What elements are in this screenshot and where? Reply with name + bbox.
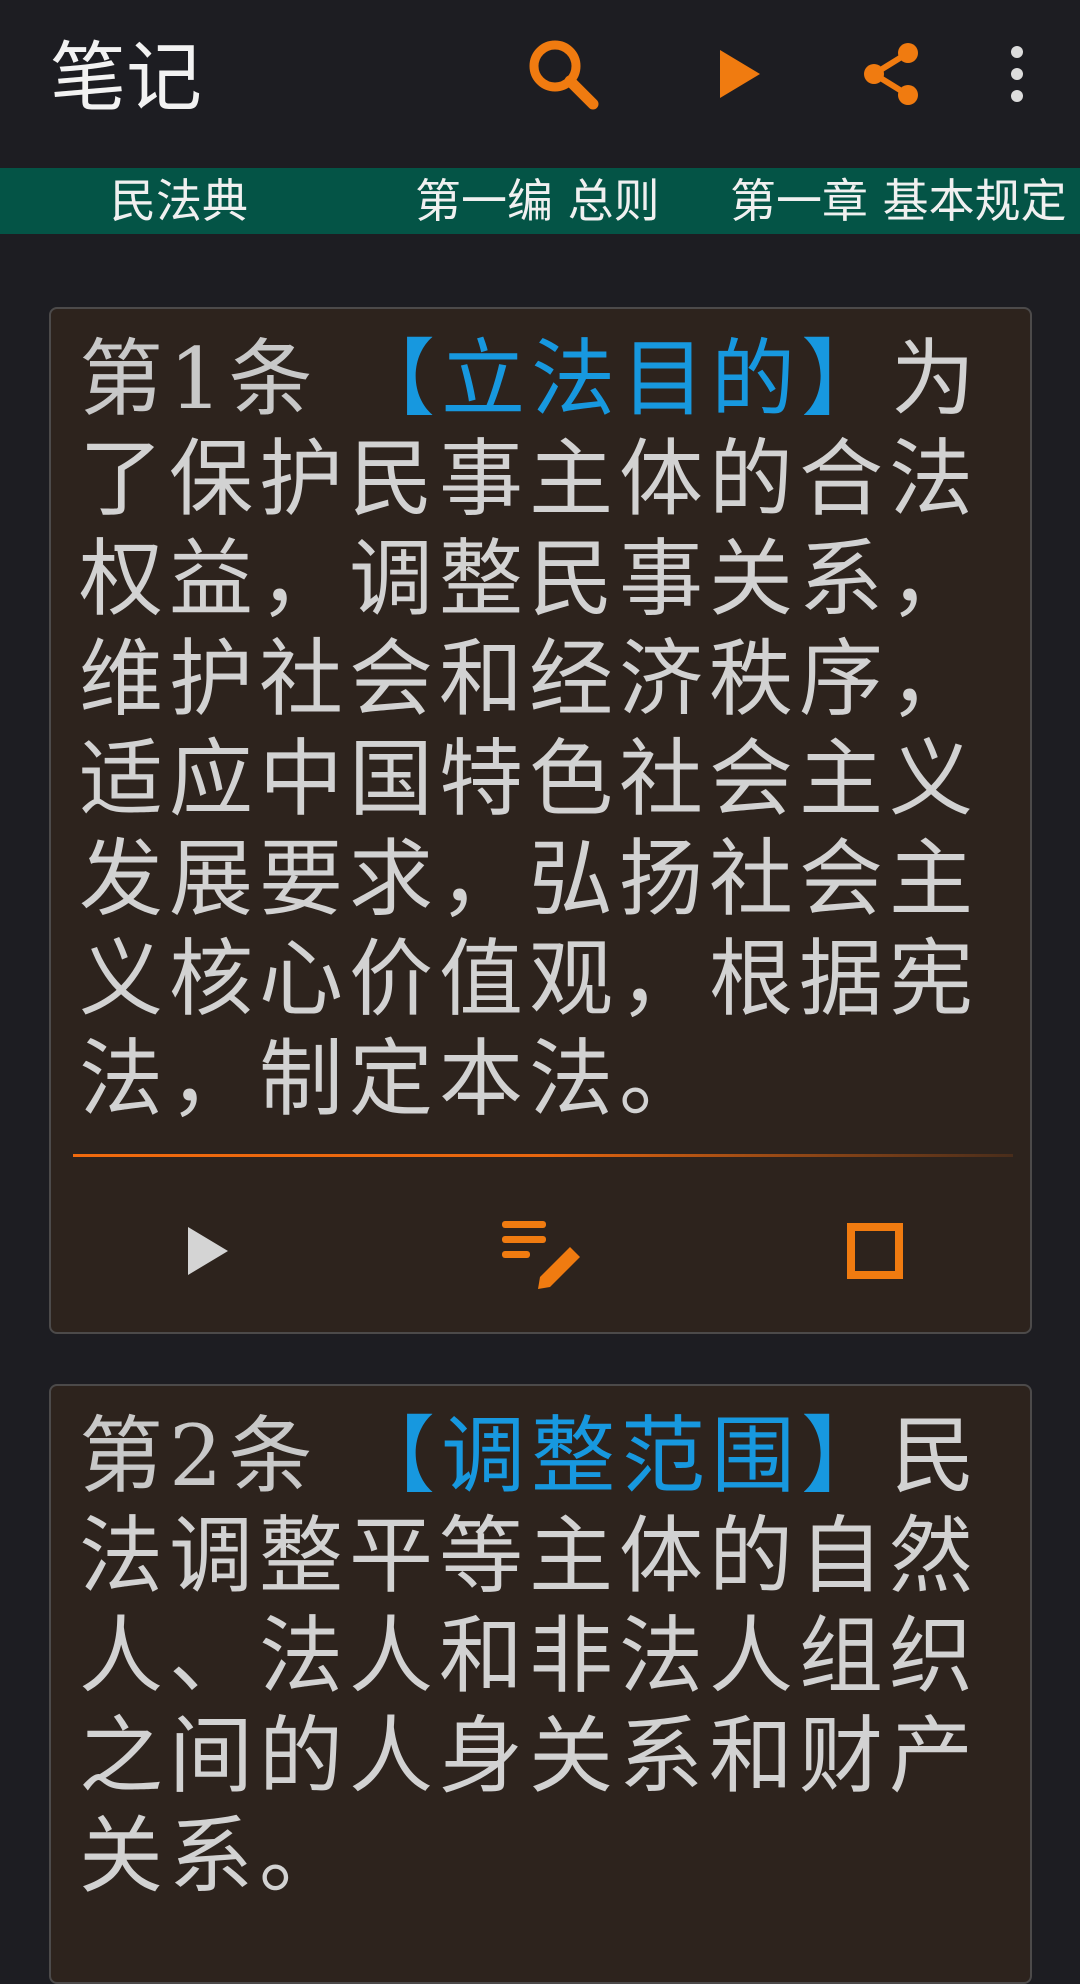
- article-number: 第1条: [79, 330, 319, 428]
- play-icon: [720, 50, 760, 98]
- article-number: 第2条: [79, 1407, 319, 1505]
- card-divider: [73, 1154, 1013, 1157]
- search-icon: [529, 40, 599, 110]
- checkbox-icon: [847, 1223, 903, 1279]
- breadcrumb: 民法典 第一编 总则 第一章 基本规定: [0, 168, 1080, 234]
- edit-note-button[interactable]: [481, 1196, 601, 1306]
- top-app-bar: 笔记: [0, 0, 1080, 168]
- share-icon: [864, 43, 918, 105]
- article-content: 为了保护民事主体的合法权益，调整民事关系，维护社会和经济秩序，适应中国特色社会主…: [79, 330, 982, 1128]
- article-title: 【调整范围】: [351, 1407, 892, 1505]
- more-vert-icon: [1011, 46, 1023, 102]
- mark-checkbox[interactable]: [815, 1196, 935, 1306]
- play-article-button[interactable]: [147, 1196, 267, 1306]
- article-title: 【立法目的】: [351, 330, 892, 428]
- search-button[interactable]: [508, 24, 618, 124]
- breadcrumb-item-chapter[interactable]: 第一章 基本规定: [730, 168, 1067, 234]
- more-options-button[interactable]: [962, 24, 1072, 124]
- play-button[interactable]: [683, 24, 793, 124]
- share-button[interactable]: [836, 24, 946, 124]
- breadcrumb-item-code[interactable]: 民法典: [110, 168, 248, 234]
- article-text: 第2条 【调整范围】民法调整平等主体的自然人、法人和非法人组织之间的人身关系和财…: [79, 1406, 1029, 1906]
- edit-note-icon: [502, 1221, 580, 1289]
- article-card: 第2条 【调整范围】民法调整平等主体的自然人、法人和非法人组织之间的人身关系和财…: [49, 1384, 1032, 1984]
- breadcrumb-item-part[interactable]: 第一编 总则: [415, 168, 660, 234]
- app-title: 笔记: [50, 33, 202, 122]
- play-icon: [188, 1227, 228, 1275]
- article-card: 第1条 【立法目的】为了保护民事主体的合法权益，调整民事关系，维护社会和经济秩序…: [49, 307, 1032, 1334]
- article-text: 第1条 【立法目的】为了保护民事主体的合法权益，调整民事关系，维护社会和经济秩序…: [79, 329, 1029, 1129]
